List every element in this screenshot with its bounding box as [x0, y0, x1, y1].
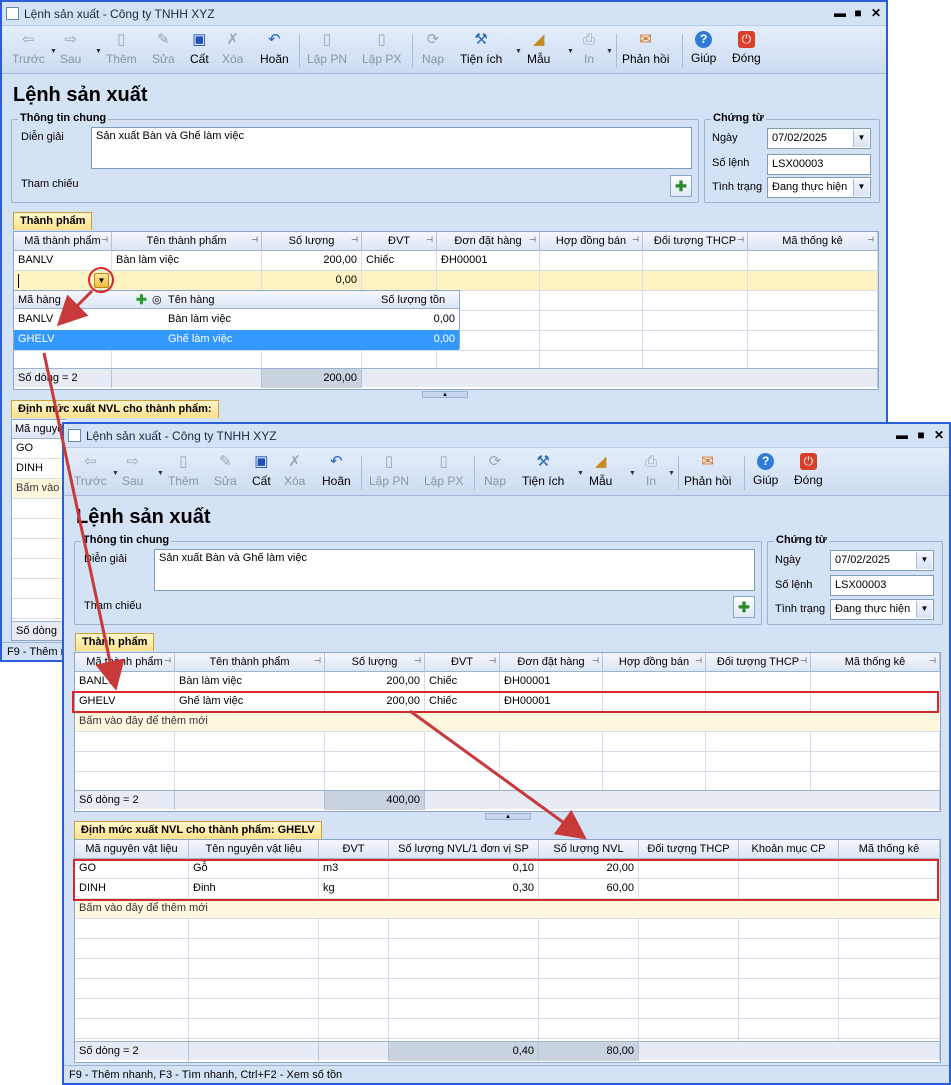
arrow-to-front-row: [42, 352, 125, 691]
annotation-arrows: [42, 289, 587, 840]
arrow-to-materials: [409, 709, 587, 840]
arrow-to-lookup: [56, 289, 94, 327]
